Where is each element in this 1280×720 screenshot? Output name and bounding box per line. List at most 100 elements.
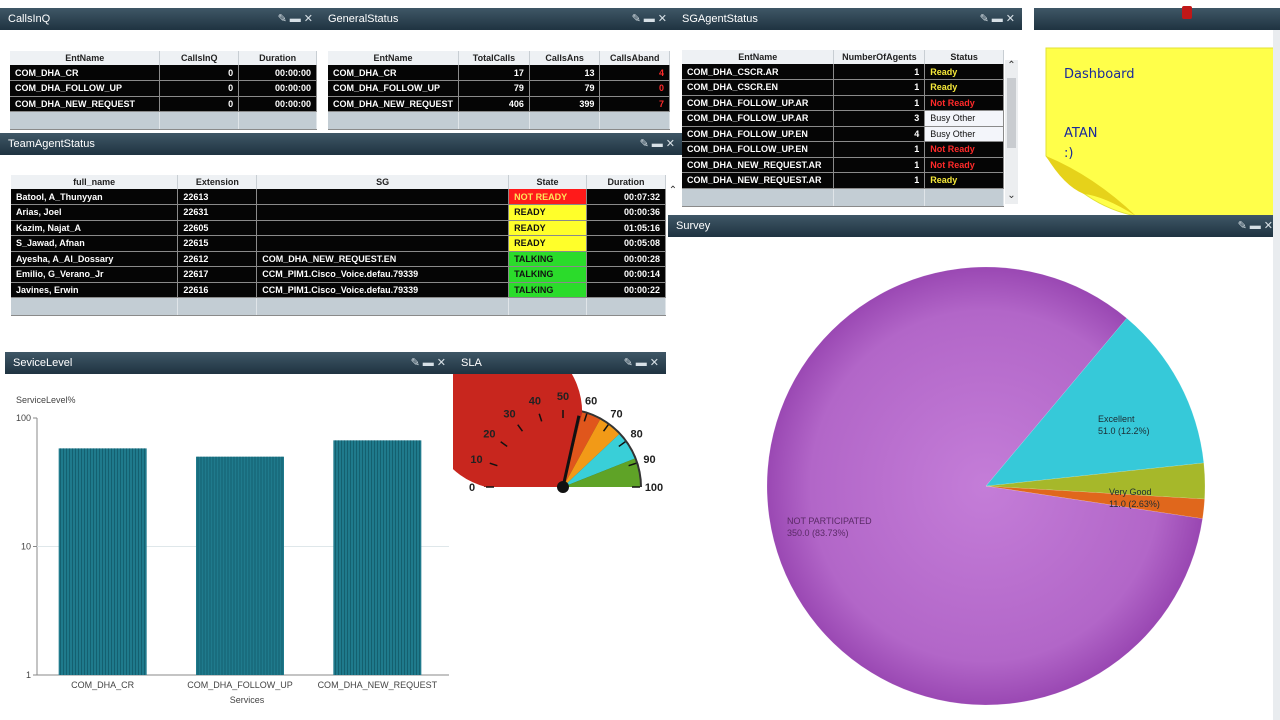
callsinq-titlebar[interactable]: CallsInQ ✎▬✕ <box>0 8 320 30</box>
pie-slice-value: 51.0 (12.2%) <box>1098 426 1150 436</box>
note-titlebar[interactable] <box>1034 8 1280 30</box>
ent-name-cell: COM_DHA_FOLLOW_UP <box>328 80 460 97</box>
panel-title: SLA <box>461 357 482 369</box>
table-row[interactable]: COM_DHA_NEW_REQUEST 406 399 7 <box>328 96 670 112</box>
table-row[interactable]: Ayesha, A_Al_Dossary 22612 COM_DHA_NEW_REQ… <box>11 251 666 267</box>
minimize-icon[interactable]: ▬ <box>423 352 437 374</box>
bar[interactable] <box>333 440 422 675</box>
state-cell: TALKING <box>508 251 588 267</box>
scroll-down-icon[interactable]: ⌄ <box>1005 190 1018 204</box>
ent-name-cell: COM_DHA_CSCR.AR <box>682 64 835 80</box>
table-row[interactable]: Emilio, G_Verano_Jr 22617 CCM_PIM1.Cisco_V… <box>11 266 666 283</box>
teamagentstatus-titlebar[interactable]: TeamAgentStatus ✎▬✕ <box>0 133 682 155</box>
table-row[interactable]: COM_DHA_CSCR.AR 1 Ready <box>682 64 1004 80</box>
column-header[interactable]: EntName <box>10 51 161 65</box>
bar[interactable] <box>58 448 147 675</box>
table-row[interactable]: Arias, Joel 22631 READY 00:00:36 <box>11 204 666 221</box>
table-row[interactable]: Batool, A_Thunyyan 22613 NOT READY 00:07:32 <box>11 189 666 205</box>
sgagentstatus-panel: SGAgentStatus ✎▬✕ EntName NumberOfAgents… <box>674 8 1022 214</box>
column-header[interactable]: CallsAband <box>599 51 670 65</box>
generalstatus-table: EntName TotalCalls CallsAns CallsAband C… <box>328 51 670 130</box>
table-row[interactable]: COM_DHA_NEW_REQUEST.AR 1 Not Ready <box>682 157 1004 173</box>
table-row[interactable]: COM_DHA_FOLLOW_UP.AR 1 Not Ready <box>682 95 1004 111</box>
edit-icon[interactable]: ✎ <box>640 133 652 155</box>
minimize-icon[interactable]: ▬ <box>652 133 666 155</box>
minimize-icon[interactable]: ▬ <box>992 8 1006 30</box>
scroll-thumb[interactable] <box>1007 78 1016 148</box>
scroll-up-icon[interactable]: ⌃ <box>666 185 680 199</box>
agent-name-cell: Kazim, Najat_A <box>11 220 179 236</box>
minimize-icon[interactable]: ▬ <box>1250 215 1264 237</box>
edit-icon[interactable]: ✎ <box>632 8 644 30</box>
extension-cell: 22615 <box>177 235 258 252</box>
minimize-icon[interactable]: ▬ <box>636 352 650 374</box>
survey-titlebar[interactable]: Survey ✎▬✕ <box>668 215 1280 237</box>
extension-cell: 22613 <box>177 189 258 205</box>
agents-cell: 4 <box>833 126 926 142</box>
table-row[interactable]: COM_DHA_FOLLOW_UP.EN 4 Busy Other <box>682 126 1004 142</box>
table-row[interactable]: COM_DHA_NEW_REQUEST.AR 1 Ready <box>682 172 1004 189</box>
agent-name-cell: Batool, A_Thunyyan <box>11 189 179 205</box>
pie-slice-label: Very Good <box>1109 487 1152 497</box>
ent-name-cell: COM_DHA_FOLLOW_UP.AR <box>682 110 835 127</box>
agent-name-cell: Arias, Joel <box>11 204 179 221</box>
close-icon[interactable]: ✕ <box>650 352 662 374</box>
column-header[interactable]: full_name <box>11 175 179 189</box>
column-header[interactable]: TotalCalls <box>458 51 530 65</box>
table-row[interactable]: COM_DHA_FOLLOW_UP.EN 1 Not Ready <box>682 141 1004 158</box>
generalstatus-titlebar[interactable]: GeneralStatus ✎▬✕ <box>320 8 674 30</box>
callsinq-panel: CallsInQ ✎▬✕ EntName CallsInQ Duration C… <box>0 8 320 132</box>
table-row[interactable]: Kazim, Najat_A 22605 READY 01:05:16 <box>11 220 666 236</box>
edit-icon[interactable]: ✎ <box>278 8 290 30</box>
edit-icon[interactable]: ✎ <box>980 8 992 30</box>
close-icon[interactable]: ✕ <box>437 352 449 374</box>
column-header[interactable]: CallsAns <box>529 51 601 65</box>
column-header[interactable]: Duration <box>586 175 666 189</box>
x-axis-label: Services <box>230 695 265 705</box>
sla-gauge: 0 10 20 30 40 50 60 70 80 90 100 <box>453 374 663 494</box>
table-row[interactable]: COM_DHA_FOLLOW_UP.AR 3 Busy Other <box>682 110 1004 127</box>
close-icon[interactable]: ✕ <box>1006 8 1018 30</box>
column-header[interactable]: SG <box>256 175 510 189</box>
column-header[interactable]: Extension <box>177 175 258 189</box>
gauge-hub <box>557 481 569 493</box>
sg-cell <box>256 204 510 221</box>
sgagent-scrollbar[interactable]: ⌃ ⌄ <box>1005 60 1018 204</box>
duration-cell: 00:05:08 <box>586 235 666 252</box>
table-row[interactable]: COM_DHA_FOLLOW_UP 0 00:00:00 <box>10 80 317 97</box>
sgagentstatus-titlebar[interactable]: SGAgentStatus ✎▬✕ <box>674 8 1022 30</box>
edit-icon[interactable]: ✎ <box>411 352 423 374</box>
close-icon[interactable]: ✕ <box>304 8 316 30</box>
scroll-up-icon[interactable]: ⌃ <box>1005 60 1018 74</box>
bar[interactable] <box>196 456 284 675</box>
table-footer <box>10 111 317 130</box>
table-row[interactable]: COM_DHA_CSCR.EN 1 Ready <box>682 79 1004 96</box>
table-row[interactable]: COM_DHA_CR 0 00:00:00 <box>10 65 317 81</box>
edit-icon[interactable]: ✎ <box>1238 215 1250 237</box>
table-row[interactable]: COM_DHA_FOLLOW_UP 79 79 0 <box>328 80 670 97</box>
column-header[interactable]: NumberOfAgents <box>833 50 926 64</box>
minimize-icon[interactable]: ▬ <box>290 8 304 30</box>
close-icon[interactable]: ✕ <box>666 133 678 155</box>
close-icon[interactable]: ✕ <box>658 8 670 30</box>
servicelevel-titlebar[interactable]: SeviceLevel ✎▬✕ <box>5 352 453 374</box>
ent-name-cell: COM_DHA_CR <box>10 65 161 81</box>
minimize-icon[interactable]: ▬ <box>644 8 658 30</box>
table-row[interactable]: COM_DHA_CR 17 13 4 <box>328 65 670 81</box>
sg-cell: COM_DHA_NEW_REQUEST.EN <box>256 251 510 267</box>
edit-icon[interactable]: ✎ <box>624 352 636 374</box>
column-header[interactable]: Status <box>924 50 1004 64</box>
column-header[interactable]: State <box>508 175 588 189</box>
table-row[interactable]: S_Jawad, Afnan 22615 READY 00:05:08 <box>11 235 666 252</box>
column-header[interactable]: Duration <box>238 51 317 65</box>
column-header[interactable]: EntName <box>328 51 460 65</box>
calls-aband-cell: 7 <box>599 96 670 112</box>
y-tick-label: 100 <box>16 413 31 423</box>
sla-titlebar[interactable]: SLA ✎▬✕ <box>453 352 666 374</box>
table-row[interactable]: Javines, Erwin 22616 CCM_PIM1.Cisco_Voice.… <box>11 282 666 298</box>
callsinq-table: EntName CallsInQ Duration COM_DHA_CR 0 00:… <box>10 51 317 130</box>
column-header[interactable]: CallsInQ <box>159 51 240 65</box>
table-row[interactable]: COM_DHA_NEW_REQUEST 0 00:00:00 <box>10 96 317 112</box>
column-header[interactable]: EntName <box>682 50 835 64</box>
sg-cell: CCM_PIM1.Cisco_Voice.defau.79339 <box>256 266 510 283</box>
